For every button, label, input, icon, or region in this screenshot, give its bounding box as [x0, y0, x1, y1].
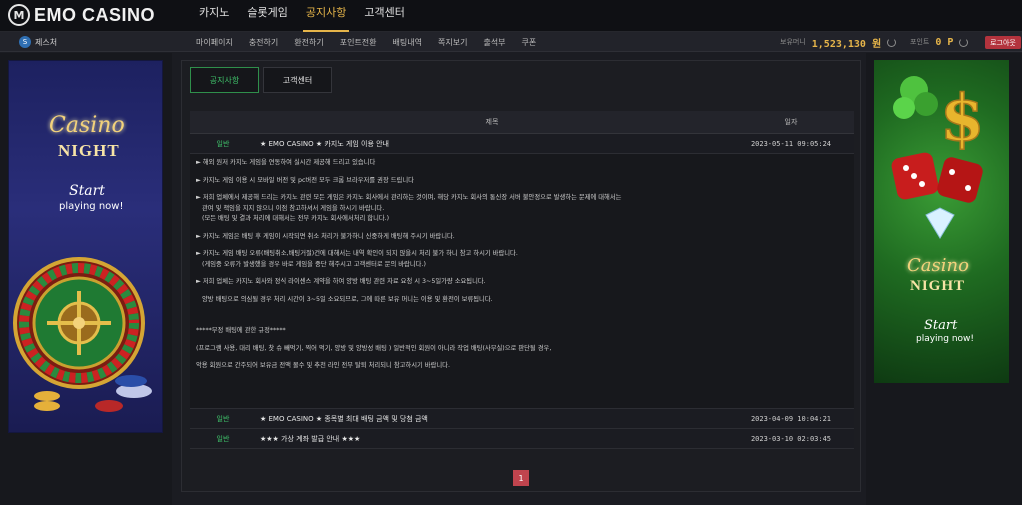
row-title[interactable]: ★ EMO CASINO ★ 카지노 게임 이용 안내 — [256, 139, 728, 149]
notice-line: (프로그램 사용, 대리 배팅, 찻 슈 빼먹기, 찍어 먹기, 양방 및 양방… — [196, 344, 552, 352]
row-title[interactable]: ★ EMO CASINO ★ 종목별 최대 배팅 금액 및 당첨 금액 — [256, 414, 728, 424]
user-level-icon: S — [19, 36, 31, 48]
tab-notice[interactable]: 공지사항 — [190, 67, 259, 93]
notice-line: ► 카지노 게임은 배팅 후 게임이 시작되면 취소 처리가 불가하니 신중하게… — [196, 232, 455, 240]
banner-right-play: playing now! — [916, 334, 975, 344]
submenu-attendance[interactable]: 출석부 — [475, 37, 513, 48]
tab-customer-center[interactable]: 고객센터 — [263, 67, 332, 93]
row-date: 2023-03-10 02:03:45 — [750, 434, 832, 443]
menu-slot-games[interactable]: 슬롯게임 — [238, 0, 296, 32]
right-promo-banner[interactable]: $ Casino NIGHT Start playing now! — [874, 60, 1009, 383]
balance-display: 보유머니 1,523,130 원 — [780, 35, 897, 50]
table-row[interactable]: 일반 ★★★ 가상 계좌 발급 안내 ★★★ 2023-03-10 02:03:… — [190, 429, 854, 449]
refresh-points-icon[interactable] — [959, 37, 969, 47]
row-type: 일반 — [216, 414, 230, 423]
row-type: 일반 — [216, 434, 230, 443]
banner-right-script: Casino — [907, 255, 969, 276]
logo-text: EMO CASINO — [34, 4, 156, 25]
left-promo-banner[interactable]: Casino NIGHT Start playing now! — [8, 60, 163, 433]
submenu-withdraw[interactable]: 환전하기 — [286, 37, 331, 48]
notice-line: ► 카지노 게임 배팅 오류(배팅취소,배팅거절)건에 대해서는 내역 확인이 … — [196, 250, 518, 257]
logout-button[interactable]: 로그아웃 — [985, 36, 1021, 49]
menu-notice[interactable]: 공지사항 — [297, 0, 355, 32]
sub-menu: 마이페이지 충전하기 환전하기 포인트전환 배팅내역 쪽지보기 출석부 쿠폰 — [188, 32, 544, 52]
notice-content: ► 해외 원저 카지노 게임을 연동하여 실시간 제공해 드리고 있습니다 ► … — [190, 154, 854, 409]
user-chip[interactable]: S 제스처 — [19, 36, 57, 48]
submenu-deposit[interactable]: 충전하기 — [241, 37, 286, 48]
main-menu: 카지노 슬롯게임 공지사항 고객센터 — [190, 0, 414, 32]
table-row[interactable]: 일반 ★ EMO CASINO ★ 카지노 게임 이용 안내 2023-05-1… — [190, 134, 854, 154]
notice-line: ► 카지노 게임 이용 시 모바일 버전 및 pc버전 모두 크롬 브라우저를 … — [196, 176, 414, 184]
col-title-header: 제목 — [485, 118, 499, 126]
row-date: 2023-04-09 10:04:21 — [750, 414, 832, 423]
notice-line: 관여 및 책임을 지지 않으니 이점 참고하셔서 게임을 하시기 바랍니다. — [202, 204, 385, 212]
banner-right-night: NIGHT — [910, 278, 966, 294]
site-logo[interactable]: M EMO CASINO — [8, 4, 155, 26]
roulette-wheel-icon — [13, 257, 152, 412]
banner-right-start: Start — [924, 318, 958, 333]
notice-line: ► 저희 업체는 카지노 회사와 정식 라이센스 계약을 하여 양방 배팅 관련… — [196, 278, 486, 285]
top-navigation: M EMO CASINO 카지노 슬롯게임 공지사항 고객센터 — [0, 0, 1022, 32]
menu-casino[interactable]: 카지노 — [190, 0, 238, 32]
notice-line: ► 저희 업체에서 제공해 드리는 카지노 관련 모든 게임은 카지노 회사에서… — [196, 194, 622, 201]
logo-mark-icon: M — [8, 4, 30, 26]
points-label: 포인트 — [910, 38, 930, 46]
sub-navigation: S 제스처 마이페이지 충전하기 환전하기 포인트전환 배팅내역 쪽지보기 출석… — [0, 32, 1022, 52]
row-date: 2023-05-11 09:05:24 — [750, 139, 832, 148]
submenu-bet-history[interactable]: 배팅내역 — [385, 37, 430, 48]
submenu-point-convert[interactable]: 포인트전환 — [332, 37, 385, 48]
points-value: 0 P — [935, 36, 954, 48]
submenu-mypage[interactable]: 마이페이지 — [188, 37, 241, 48]
notice-line: *****부정 배팅에 관한 규정***** — [196, 327, 286, 334]
row-type: 일반 — [216, 139, 230, 148]
svg-text:$: $ — [940, 81, 985, 156]
col-date-header: 일자 — [784, 118, 798, 126]
notice-line: 악용 회원으로 간주되어 보유금 전액 몰수 및 추천 라인 전부 탈퇴 처리되… — [196, 362, 450, 369]
submenu-coupon[interactable]: 쿠폰 — [514, 37, 545, 48]
row-title[interactable]: ★★★ 가상 계좌 발급 안내 ★★★ — [256, 434, 728, 444]
board-tabs: 공지사항 고객센터 — [190, 67, 332, 93]
notice-line: (게임중 오류가 발생했을 경우 바로 게임을 중단 해주시고 고객센터로 문의… — [202, 260, 426, 268]
notice-line: (모든 배팅 및 결과 처리에 대해서는 전부 카지노 회사에서처리 합니다.) — [202, 215, 390, 222]
refresh-balance-icon[interactable] — [887, 37, 897, 47]
notice-panel: 공지사항 고객센터 제목 일자 일반 ★ EMO CASINO ★ 카지노 게임… — [181, 60, 861, 492]
points-display: 포인트 0 P — [910, 35, 969, 49]
notice-line: 양방 배팅으로 의심될 경우 처리 시간이 3~5일 소요되므로, 그에 따른 … — [202, 295, 493, 303]
submenu-messages[interactable]: 쪽지보기 — [430, 37, 475, 48]
table-row[interactable]: 일반 ★ EMO CASINO ★ 종목별 최대 배팅 금액 및 당첨 금액 2… — [190, 409, 854, 429]
notice-table: 제목 일자 일반 ★ EMO CASINO ★ 카지노 게임 이용 안내 202… — [190, 111, 854, 449]
menu-customer-center[interactable]: 고객센터 — [355, 0, 413, 32]
table-header: 제목 일자 — [190, 111, 854, 134]
balance-value: 1,523,130 원 — [811, 38, 882, 50]
username: 제스처 — [35, 37, 58, 47]
balance-label: 보유머니 — [780, 38, 806, 46]
notice-line: ► 해외 원저 카지노 게임을 연동하여 실시간 제공해 드리고 있습니다 — [196, 159, 376, 166]
pagination-page-1[interactable]: 1 — [513, 470, 529, 486]
